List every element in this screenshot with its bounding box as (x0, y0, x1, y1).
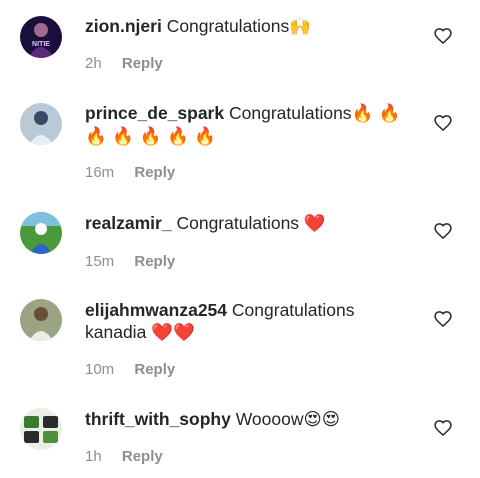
heart-icon[interactable] (433, 26, 453, 46)
comment-timestamp: 16m (85, 164, 115, 181)
comment-body: Congratulations (166, 16, 290, 36)
comment-emoji: 😍😍 (303, 410, 341, 430)
comment-meta: 10m Reply (85, 361, 175, 378)
comment-timestamp: 2h (85, 55, 102, 72)
reply-button[interactable]: Reply (122, 448, 163, 465)
profile-avatar-icon (20, 103, 62, 145)
reply-button[interactable]: Reply (122, 55, 163, 72)
heart-icon[interactable] (433, 309, 453, 329)
heart-icon[interactable] (433, 113, 453, 133)
comment-text: zion.njeri Congratulations🙌 (85, 15, 420, 38)
reply-button[interactable]: Reply (134, 361, 175, 378)
avatar[interactable] (20, 408, 62, 450)
comment-meta: 15m Reply (85, 253, 175, 270)
heart-icon[interactable] (433, 221, 453, 241)
comment-emoji: ❤️ (303, 214, 326, 234)
avatar[interactable] (20, 299, 62, 341)
comment-emoji: ❤️❤️ (151, 323, 195, 343)
profile-avatar-icon (20, 212, 62, 254)
comment-username[interactable]: prince_de_spark (85, 103, 224, 123)
comment-username[interactable]: elijahmwanza254 (85, 300, 227, 320)
comment-timestamp: 10m (85, 361, 115, 378)
comment-body: Congratulations (228, 103, 352, 123)
comment-text: prince_de_spark Congratulations🔥 🔥 🔥 🔥 🔥… (85, 102, 420, 148)
avatar[interactable] (20, 212, 62, 254)
comment-body: Congratulations (176, 213, 300, 233)
reply-button[interactable]: Reply (134, 164, 175, 181)
comment-username[interactable]: thrift_with_sophy (85, 409, 231, 429)
avatar-caption: NITIE (32, 41, 50, 48)
avatar[interactable] (20, 103, 62, 145)
comment-text: thrift_with_sophy Woooow😍😍 (85, 408, 420, 431)
comment-text: elijahmwanza254 Congratulations kanadia … (85, 299, 420, 344)
reply-button[interactable]: Reply (134, 253, 175, 270)
comment-meta: 16m Reply (85, 164, 175, 181)
comment-text: realzamir_ Congratulations ❤️ (85, 212, 420, 235)
comment-timestamp: 1h (85, 448, 102, 465)
heart-icon[interactable] (433, 418, 453, 438)
comment-emoji: 🙌 (289, 17, 312, 37)
comment-meta: 2h Reply (85, 55, 163, 72)
comment-meta: 1h Reply (85, 448, 163, 465)
profile-avatar-icon: NITIE (20, 16, 62, 58)
comment-username[interactable]: realzamir_ (85, 213, 172, 233)
comment-body: Woooow (235, 409, 304, 429)
comment-timestamp: 15m (85, 253, 115, 270)
profile-avatar-icon (20, 299, 62, 341)
comment-username[interactable]: zion.njeri (85, 16, 162, 36)
profile-avatar-icon (20, 408, 62, 450)
avatar[interactable]: NITIE (20, 16, 62, 58)
